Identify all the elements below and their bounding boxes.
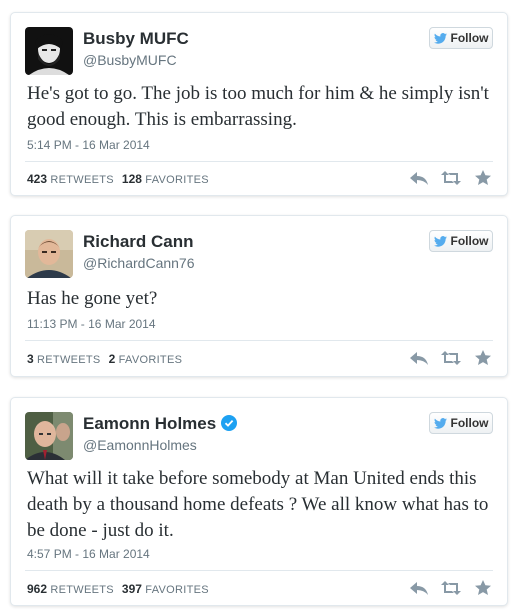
timestamp[interactable]: 11:13 PM - 16 Mar 2014 — [27, 317, 156, 331]
favorites-label: FAVORITES — [145, 584, 209, 596]
retweet-icon[interactable] — [441, 580, 461, 596]
retweet-count[interactable]: 962 — [27, 582, 47, 596]
display-name-text: Eamonn Holmes — [83, 414, 217, 433]
reply-icon[interactable] — [409, 350, 429, 366]
favorites-label: FAVORITES — [118, 354, 183, 366]
divider — [25, 161, 493, 162]
favorite-count[interactable]: 128 — [122, 172, 142, 186]
verified-badge-icon — [221, 415, 238, 431]
reply-icon[interactable] — [409, 580, 429, 596]
retweet-count[interactable]: 3 — [27, 352, 34, 366]
follow-label: Follow — [450, 416, 489, 430]
twitter-bird-icon — [433, 32, 447, 44]
user-handle[interactable]: @RichardCann76 — [83, 255, 195, 271]
favorite-count[interactable]: 397 — [122, 582, 142, 596]
timestamp[interactable]: 4:57 PM - 16 Mar 2014 — [27, 547, 150, 561]
avatar[interactable] — [25, 230, 73, 278]
user-handle[interactable]: @BusbyMUFC — [83, 52, 177, 68]
favorite-star-icon[interactable] — [473, 170, 493, 186]
follow-button[interactable]: Follow — [429, 27, 493, 49]
retweet-icon[interactable] — [441, 170, 461, 186]
timestamp[interactable]: 5:14 PM - 16 Mar 2014 — [27, 138, 150, 152]
tweet-stats: 962 RETWEETS 397 FAVORITES — [27, 582, 209, 596]
favorite-star-icon[interactable] — [473, 580, 493, 596]
twitter-bird-icon — [433, 417, 447, 429]
tweet-actions — [409, 170, 493, 186]
reply-icon[interactable] — [409, 170, 429, 186]
display-name[interactable]: Busby MUFC — [83, 29, 189, 49]
divider — [25, 340, 493, 341]
favorite-count[interactable]: 2 — [109, 352, 116, 366]
follow-button[interactable]: Follow — [429, 230, 493, 252]
follow-button[interactable]: Follow — [429, 412, 493, 434]
avatar[interactable] — [25, 412, 73, 460]
tweet-actions — [409, 350, 493, 366]
tweet-text: Has he gone yet? — [27, 288, 158, 309]
tweet-text: He's got to go. The job is too much for … — [27, 83, 489, 130]
favorite-star-icon[interactable] — [473, 350, 493, 366]
retweets-label: RETWEETS — [50, 174, 114, 186]
retweets-label: RETWEETS — [37, 354, 101, 366]
retweet-count[interactable]: 423 — [27, 172, 47, 186]
divider — [25, 570, 493, 571]
favorites-label: FAVORITES — [145, 174, 209, 186]
tweet-card: Busby MUFC @BusbyMUFC Follow He's got to… — [10, 12, 508, 196]
tweet-card: Eamonn Holmes @EamonnHolmes Follow What … — [10, 397, 508, 606]
follow-label: Follow — [450, 31, 489, 45]
avatar[interactable] — [25, 27, 73, 75]
retweet-icon[interactable] — [441, 350, 461, 366]
display-name[interactable]: Eamonn Holmes — [83, 414, 238, 434]
display-name[interactable]: Richard Cann — [83, 232, 194, 252]
follow-label: Follow — [450, 234, 489, 248]
tweet-stats: 3 RETWEETS 2 FAVORITES — [27, 352, 182, 366]
tweet-stats: 423 RETWEETS 128 FAVORITES — [27, 172, 209, 186]
tweet-actions — [409, 580, 493, 596]
tweet-card: Richard Cann @RichardCann76 Follow Has h… — [10, 215, 508, 377]
retweets-label: RETWEETS — [50, 584, 114, 596]
user-handle[interactable]: @EamonnHolmes — [83, 437, 197, 453]
tweet-text: What will it take before somebody at Man… — [27, 468, 489, 541]
twitter-bird-icon — [433, 235, 447, 247]
